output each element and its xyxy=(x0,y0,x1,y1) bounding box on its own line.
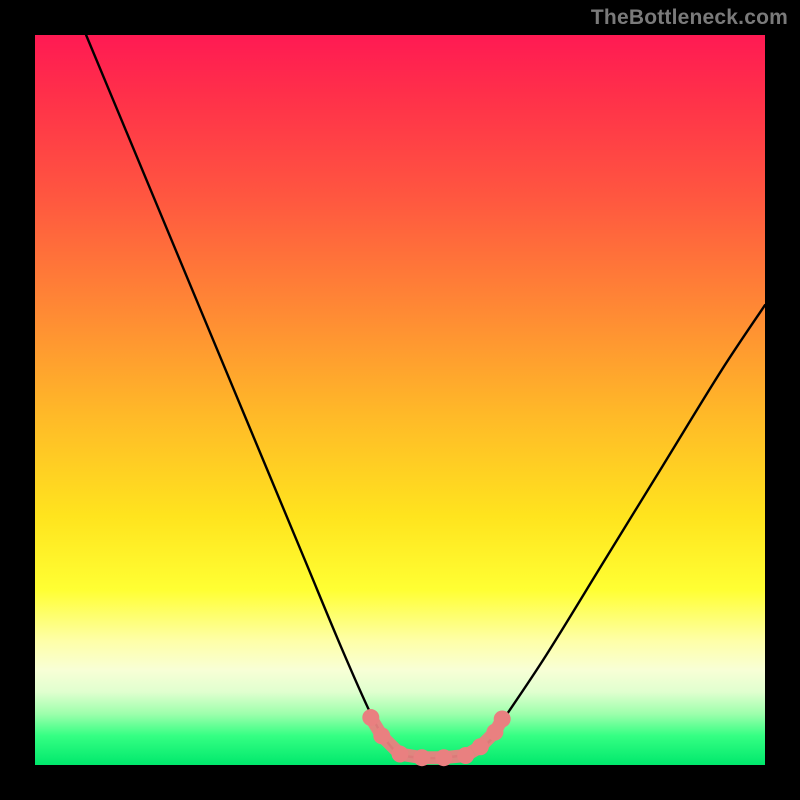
bottleneck-curve-path xyxy=(86,35,765,758)
watermark-text: TheBottleneck.com xyxy=(591,6,788,30)
chart-frame: TheBottleneck.com xyxy=(0,0,800,800)
highlight-dots xyxy=(362,709,510,766)
plot-area xyxy=(35,35,765,765)
curve-svg xyxy=(35,35,765,765)
